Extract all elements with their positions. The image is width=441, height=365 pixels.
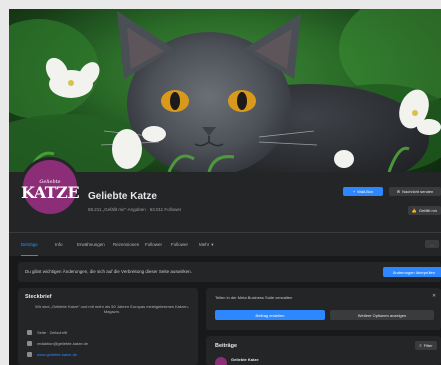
filter-icon: ≡ <box>419 343 422 348</box>
messenger-icon: ✉ <box>396 189 401 194</box>
primary-action-label: Wall-Box <box>357 189 374 194</box>
composer-card: Teilen in der Meta Business Suite verwal… <box>206 288 441 330</box>
close-icon[interactable]: ✕ <box>432 293 436 299</box>
tab-posts-label: Beiträge <box>21 241 38 247</box>
page-tabs: Beiträge Info Erwähnungen Rezensionen Fo… <box>9 232 441 256</box>
filter-button[interactable]: ≡ Filter <box>415 341 437 350</box>
post-author-avatar[interactable] <box>215 357 227 365</box>
intro-description: Wir sind „Geliebte Katze“ und mit mehr a… <box>35 304 189 314</box>
primary-action-button[interactable]: + Wall-Box <box>343 187 383 196</box>
like-button[interactable]: 👍 Gefällt mir <box>408 206 441 215</box>
link-icon <box>27 352 32 357</box>
intro-title: Steckbrief <box>25 294 52 300</box>
tab-mentions[interactable]: Erwähnungen <box>77 233 105 256</box>
tab-followers[interactable]: Follower <box>145 233 162 256</box>
tab-followers-label: Follower <box>145 242 163 247</box>
intro-website-link[interactable]: www.geliebte-katze.de <box>37 352 77 357</box>
cover-cat-image <box>9 9 441 172</box>
tab-reviews[interactable]: Rezensionen <box>113 233 139 256</box>
page-options-button[interactable]: … <box>425 240 439 248</box>
intro-email-link[interactable]: redaktion@geliebte-katze.de <box>37 341 88 346</box>
tab-info-label: Info <box>55 242 63 247</box>
message-button[interactable]: ✉ Nachricht senden <box>389 187 441 196</box>
plus-icon: + <box>352 189 356 194</box>
more-options-button[interactable]: Weitere Optionen anzeigen <box>330 310 434 320</box>
chevron-down-icon: ▾ <box>211 241 214 247</box>
tab-mentions-label: Erwähnungen <box>77 242 105 247</box>
mail-icon <box>27 341 32 346</box>
composer-prompt: Teilen in der Meta Business Suite verwal… <box>215 295 293 300</box>
tab-videos[interactable]: Follower <box>171 233 188 256</box>
page-icon <box>27 330 32 335</box>
more-options-label: Weitere Optionen anzeigen <box>357 312 407 318</box>
intro-category: Seite · Zeitschrift <box>37 330 68 335</box>
more-options-icon: … <box>430 241 434 247</box>
filter-label: Filter <box>423 343 433 348</box>
like-icon: 👍 <box>411 208 417 213</box>
review-changes-label: Änderungen überprüfen <box>392 269 436 275</box>
review-changes-button[interactable]: Änderungen überprüfen <box>383 267 441 277</box>
info-banner-text: Du gibst wichtigen Änderungen, die sich … <box>25 269 192 274</box>
like-button-label: Gefällt mir <box>418 208 438 213</box>
cover-photo[interactable] <box>9 9 441 172</box>
create-post-button[interactable]: Beitrag erstellen <box>215 310 325 320</box>
intro-card: Steckbrief Wir sind „Geliebte Katze“ und… <box>18 288 198 365</box>
tab-reviews-label: Rezensionen <box>113 242 140 247</box>
info-banner: Du gibst wichtigen Änderungen, die sich … <box>18 262 441 282</box>
page-avatar[interactable]: Geliebte KATZE <box>20 157 80 217</box>
post-author-name[interactable]: Geliebte Katze <box>231 357 259 362</box>
tab-info[interactable]: Info <box>55 233 63 256</box>
tab-videos-label: Follower <box>171 242 189 247</box>
posts-title: Beiträge <box>215 343 238 349</box>
tab-posts[interactable]: Beiträge <box>21 233 38 256</box>
page-title: Geliebte Katze <box>88 191 157 202</box>
logo-big-text: KATZE <box>20 182 80 202</box>
tab-more[interactable]: Mehr ▾ <box>199 233 214 256</box>
tab-more-label: Mehr <box>199 242 210 247</box>
create-post-label: Beitrag erstellen <box>255 312 285 318</box>
facebook-page-frame: Geliebte KATZE Geliebte Katze 58.211 „Ge… <box>9 9 441 365</box>
page-meta: 58.211 „Gefällt mir“-Angaben · 63.011 Fo… <box>88 207 182 212</box>
message-button-label: Nachricht senden <box>402 189 434 194</box>
posts-card: Beiträge ≡ Filter Geliebte Katze <box>206 336 441 365</box>
